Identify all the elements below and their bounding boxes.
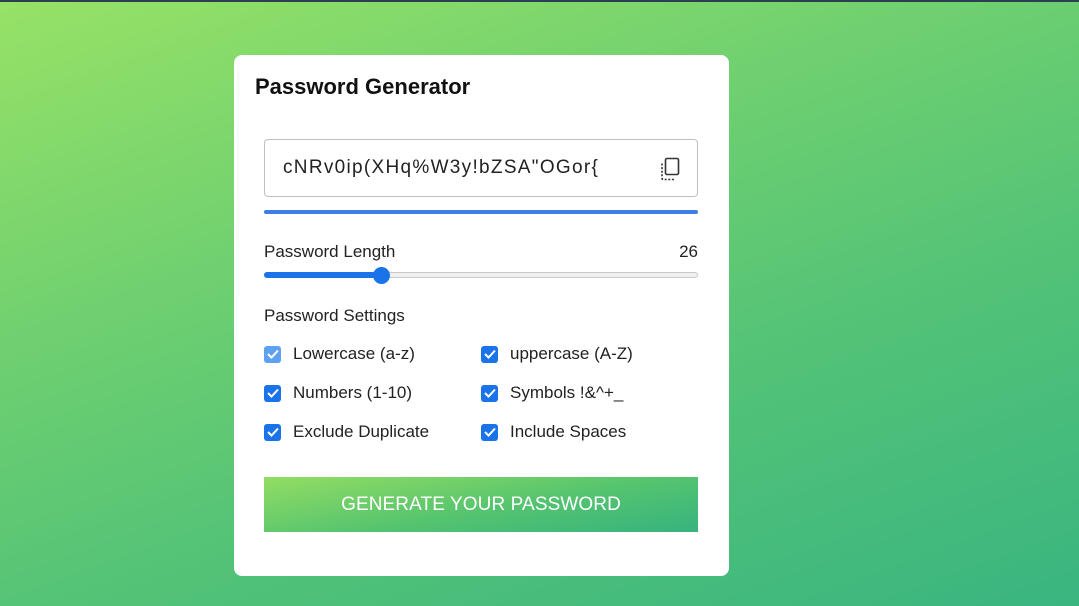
checkbox-uppercase[interactable] bbox=[481, 345, 498, 363]
option-label-numbers: Numbers (1-10) bbox=[293, 383, 413, 402]
password-strength-bar bbox=[264, 210, 698, 214]
password-length-slider[interactable] bbox=[264, 267, 698, 285]
option-label-include-spaces: Include Spaces bbox=[510, 422, 627, 441]
password-generator-card: Password Generator Password Length 26 Pa… bbox=[234, 55, 729, 576]
slider-thumb[interactable] bbox=[373, 267, 391, 284]
password-length-label: Password Length bbox=[264, 242, 396, 261]
top-edge bbox=[0, 0, 1079, 2]
option-label-lowercase: Lowercase (a-z) bbox=[293, 344, 415, 363]
password-field bbox=[264, 139, 698, 197]
option-symbols[interactable]: Symbols !&^+_ bbox=[481, 383, 623, 403]
password-length-value: 26 bbox=[679, 242, 698, 261]
option-label-symbols: Symbols !&^+_ bbox=[510, 383, 624, 402]
checkbox-lowercase[interactable] bbox=[264, 345, 281, 363]
password-input[interactable] bbox=[283, 140, 643, 196]
password-settings-label: Password Settings bbox=[264, 306, 405, 325]
option-exclude-duplicate[interactable]: Exclude Duplicate bbox=[264, 422, 429, 442]
option-label-uppercase: uppercase (A-Z) bbox=[510, 344, 633, 363]
option-include-spaces[interactable]: Include Spaces bbox=[481, 422, 626, 442]
checkbox-exclude-duplicate[interactable] bbox=[264, 423, 281, 441]
checkbox-numbers[interactable] bbox=[264, 384, 281, 402]
app-title: Password Generator bbox=[255, 74, 471, 99]
option-uppercase[interactable]: uppercase (A-Z) bbox=[481, 344, 633, 364]
option-label-exclude-duplicate: Exclude Duplicate bbox=[293, 422, 430, 441]
option-lowercase[interactable]: Lowercase (a-z) bbox=[264, 344, 415, 364]
password-strength-fill bbox=[264, 210, 698, 214]
option-numbers[interactable]: Numbers (1-10) bbox=[264, 383, 412, 403]
generate-password-button[interactable]: GENERATE YOUR PASSWORD bbox=[264, 477, 698, 532]
checkbox-include-spaces[interactable] bbox=[481, 423, 498, 441]
checkbox-symbols[interactable] bbox=[481, 384, 498, 402]
copy-icon[interactable] bbox=[659, 157, 681, 181]
slider-fill bbox=[264, 272, 382, 278]
